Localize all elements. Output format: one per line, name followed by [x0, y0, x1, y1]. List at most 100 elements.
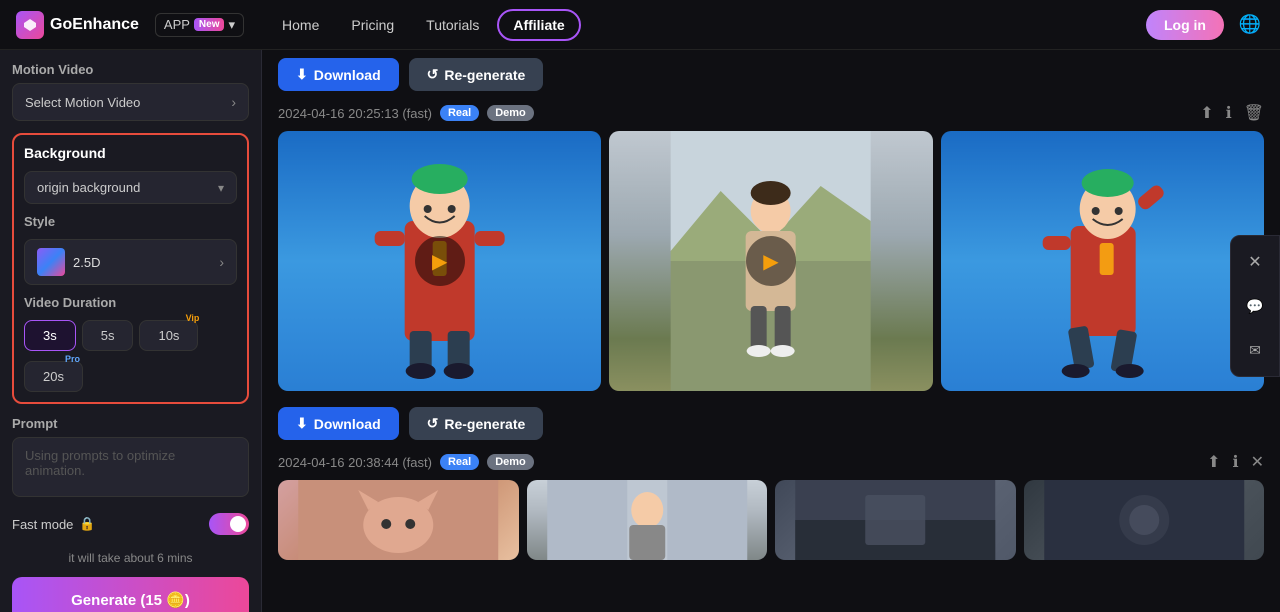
fast-mode-row: Fast mode 🔒 [12, 509, 249, 539]
thumb-inner-2 [527, 480, 768, 560]
style-chevron-icon: › [219, 254, 224, 270]
gallery-item-scene4[interactable] [1024, 480, 1265, 560]
duration-5s-button[interactable]: 5s [82, 320, 134, 351]
select-motion-video-text: Select Motion Video [25, 95, 140, 110]
background-label: Background [24, 145, 237, 161]
prompt-label: Prompt [12, 416, 249, 431]
play-button-1[interactable]: ▶ [415, 236, 465, 286]
lock-icon: 🔒 [79, 516, 95, 532]
pro-badge: Pro [65, 354, 80, 364]
delete-icon-1[interactable]: 🗑 [1244, 103, 1264, 123]
fast-mode-toggle[interactable] [209, 513, 249, 535]
share-icon-1[interactable]: ⬆ [1200, 103, 1213, 123]
float-email-button[interactable]: ✉ [1237, 332, 1273, 368]
style-button[interactable]: 2.5D › [24, 239, 237, 285]
motion-video-section: Motion Video Select Motion Video › [12, 62, 249, 121]
app-new-tag: New [194, 18, 225, 31]
gallery-item-inner-3 [941, 131, 1264, 391]
gallery-group-1: 2024-04-16 20:25:13 (fast) Real Demo ⬆ ℹ… [278, 103, 1264, 391]
second-regenerate-button[interactable]: ↺ Re-generate [409, 407, 544, 440]
gallery-meta-2: 2024-04-16 20:38:44 (fast) Real Demo [278, 454, 534, 470]
share-icon-2[interactable]: ⬆ [1207, 452, 1220, 472]
gallery-group-2: 2024-04-16 20:38:44 (fast) Real Demo ⬆ ℹ… [278, 452, 1264, 560]
nav-pricing[interactable]: Pricing [337, 11, 408, 39]
badge-demo-1: Demo [487, 105, 534, 121]
float-discord-button[interactable]: 💬 [1237, 288, 1273, 324]
prompt-input[interactable] [12, 437, 249, 497]
duration-buttons: 3s 5s 10s Vip [24, 320, 237, 351]
info-icon-1[interactable]: ℹ [1226, 103, 1232, 123]
duration-20s-button[interactable]: 20s Pro [24, 361, 83, 392]
sidebar: Motion Video Select Motion Video › Backg… [0, 50, 262, 612]
second-action-row: ⬇ Download ↺ Re-generate [278, 407, 1264, 440]
badge-real-2: Real [440, 454, 479, 470]
globe-icon[interactable]: 🌐 [1236, 11, 1264, 39]
style-thumbnail [37, 248, 65, 276]
nav-tutorials[interactable]: Tutorials [412, 11, 493, 39]
first-regenerate-button[interactable]: ↺ Re-generate [409, 58, 544, 91]
gallery-item-person[interactable]: ▶ [609, 131, 932, 391]
right-float-panel: ✕ 💬 ✉ [1230, 235, 1280, 377]
nav-links: Home Pricing Tutorials Affiliate [268, 9, 581, 41]
content-area: ⬇ Download ↺ Re-generate 2024-04-16 20:2… [262, 50, 1280, 612]
login-button[interactable]: Log in [1146, 10, 1224, 40]
generate-button[interactable]: Generate (15 🪙) [12, 577, 249, 612]
first-action-row: ⬇ Download ↺ Re-generate [278, 58, 1264, 91]
gallery-item-scene3[interactable] [775, 480, 1016, 560]
duration-3s-button[interactable]: 3s [24, 320, 76, 351]
style-label: Style [24, 214, 237, 229]
select-motion-video-button[interactable]: Select Motion Video › [12, 83, 249, 121]
app-badge[interactable]: APP New ▾ [155, 13, 244, 37]
gallery-header-1: 2024-04-16 20:25:13 (fast) Real Demo ⬆ ℹ… [278, 103, 1264, 123]
gallery-item-joker-blue[interactable]: ▶ [278, 131, 601, 391]
gallery-item-inner-1: ▶ [278, 131, 601, 391]
thumb-inner-3 [775, 480, 1016, 560]
duration-10s-button[interactable]: 10s Vip [139, 320, 198, 351]
toggle-knob [230, 516, 246, 532]
gallery-timestamp-2: 2024-04-16 20:38:44 (fast) [278, 455, 432, 470]
app-chevron-icon: ▾ [228, 17, 235, 33]
gallery-item-person2[interactable] [527, 480, 768, 560]
main-content: Motion Video Select Motion Video › Backg… [0, 50, 1280, 612]
chevron-down-icon: ▾ [218, 181, 224, 195]
style-name: 2.5D [73, 255, 219, 270]
nav-home[interactable]: Home [268, 11, 333, 39]
header-right: Log in 🌐 [1146, 10, 1264, 40]
vip-badge: Vip [186, 313, 200, 323]
gallery-meta-1: 2024-04-16 20:25:13 (fast) Real Demo [278, 105, 534, 121]
badge-real-1: Real [440, 105, 479, 121]
refresh-icon-2: ↺ [427, 415, 439, 432]
nav-affiliate[interactable]: Affiliate [497, 9, 580, 41]
refresh-icon: ↺ [427, 66, 439, 83]
duration-buttons-row2: 20s Pro [24, 361, 237, 392]
info-icon-2[interactable]: ℹ [1233, 452, 1239, 472]
badge-demo-2: Demo [487, 454, 534, 470]
gallery-actions-1: ⬆ ℹ 🗑 [1200, 103, 1264, 123]
thumb-inner-4 [1024, 480, 1265, 560]
gallery-item-inner-2: ▶ [609, 131, 932, 391]
close-icon-2[interactable]: ✕ [1251, 452, 1264, 472]
gallery-item-cat[interactable] [278, 480, 519, 560]
gallery-header-2: 2024-04-16 20:38:44 (fast) Real Demo ⬆ ℹ… [278, 452, 1264, 472]
first-download-button[interactable]: ⬇ Download [278, 58, 399, 91]
gallery-timestamp-1: 2024-04-16 20:25:13 (fast) [278, 106, 432, 121]
thumb-inner-1 [278, 480, 519, 560]
header: GoEnhance APP New ▾ Home Pricing Tutoria… [0, 0, 1280, 50]
download-icon-2: ⬇ [296, 415, 308, 432]
gallery-item-joker-dance[interactable] [941, 131, 1264, 391]
gallery-grid-1: ▶ [278, 131, 1264, 391]
background-dropdown[interactable]: origin background ▾ [24, 171, 237, 204]
chevron-right-icon: › [231, 94, 236, 110]
play-button-2[interactable]: ▶ [746, 236, 796, 286]
logo-icon [16, 11, 44, 39]
second-download-button[interactable]: ⬇ Download [278, 407, 399, 440]
background-value: origin background [37, 180, 140, 195]
motion-video-label: Motion Video [12, 62, 249, 77]
gallery-grid-2 [278, 480, 1264, 560]
download-icon: ⬇ [296, 66, 308, 83]
float-close-button[interactable]: ✕ [1237, 244, 1273, 280]
gallery-actions-2: ⬆ ℹ ✕ [1207, 452, 1264, 472]
background-section: Background origin background ▾ Style 2.5… [12, 133, 249, 404]
logo-text: GoEnhance [50, 16, 139, 34]
logo: GoEnhance [16, 11, 139, 39]
